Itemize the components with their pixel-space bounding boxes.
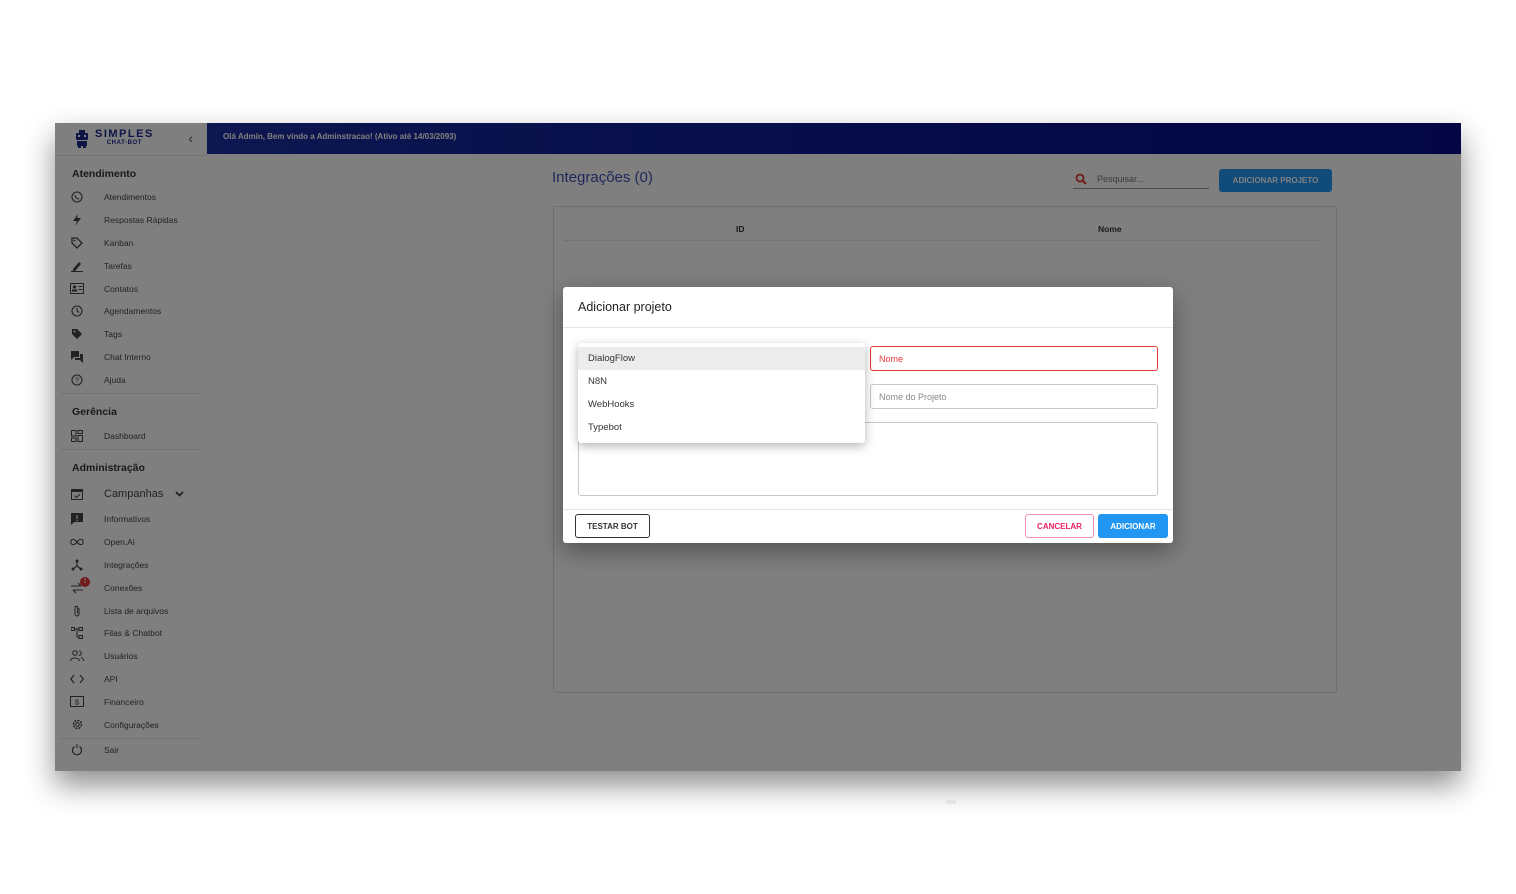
dialog-title: Adicionar projeto [578,300,672,314]
add-project-dialog: Adicionar projeto DialogFlow N8N WebHook… [563,287,1173,543]
menu-item-n8n[interactable]: N8N [578,370,865,393]
menu-item-dialogflow[interactable]: DialogFlow [578,347,865,370]
add-button[interactable]: ADICIONAR [1098,514,1168,538]
cancel-button[interactable]: CANCELAR [1025,514,1094,538]
test-bot-button[interactable]: TESTAR BOT [575,514,650,538]
dialog-divider [563,509,1173,510]
menu-item-typebot[interactable]: Typebot [578,416,865,439]
dialog-divider [563,327,1173,328]
menu-item-webhooks[interactable]: WebHooks [578,393,865,416]
app-window: SIMPLES CHAT-BOT ‹ Atendimento Atendimen… [55,123,1461,771]
project-name-field[interactable] [870,384,1158,409]
name-field[interactable] [870,346,1158,371]
decorative-mark [946,800,956,804]
type-select-menu: DialogFlow N8N WebHooks Typebot [578,343,865,443]
